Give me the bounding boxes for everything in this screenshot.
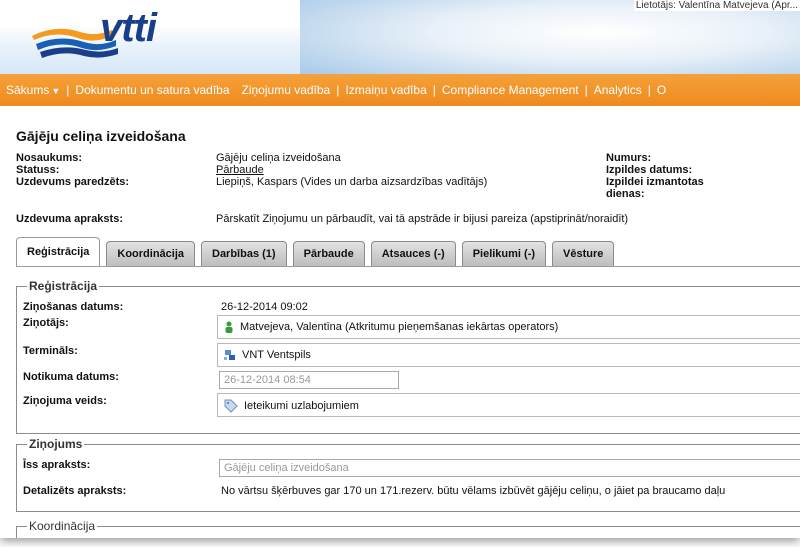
report-type-value: Ieteikumi uzlabojumiem: [244, 399, 359, 412]
tab-underline: [16, 266, 800, 267]
info-labels: Nosaukums: Statuss: Uzdevums paredzēts:: [16, 152, 206, 188]
person-icon: [225, 321, 233, 334]
logo-wordmark: vtti: [100, 6, 157, 50]
coordination-legend: Koordinācija: [27, 519, 98, 533]
event-date-value: 26-12-2014 08:54: [224, 374, 311, 386]
detail-desc-value: No vārtsu šķērbuves gar 170 un 171.rezer…: [221, 485, 726, 497]
nav-item-home[interactable]: Sākums ▼: [0, 83, 66, 97]
task-description-row: Uzdevuma apraksts: Pārskatīt Ziņojumu un…: [16, 213, 800, 225]
nav-item-documents[interactable]: Dokumentu un satura vadība: [69, 83, 235, 97]
header-sky: [300, 0, 800, 82]
page-title: Gājēju celiņa izveidošana: [16, 128, 186, 144]
name-value: Gājēju celiņa izveidošana: [216, 152, 341, 164]
short-desc-value: Gājēju celiņa izveidošana: [224, 462, 349, 474]
report-legend: Ziņojums: [27, 437, 85, 451]
desc-value: Pārskatīt Ziņojumu un pārbaudīt, vai tā …: [216, 213, 629, 225]
tab-history[interactable]: Vēsture: [552, 241, 615, 266]
tab-registration[interactable]: Reģistrācija: [16, 237, 101, 266]
nav-item-overflow[interactable]: O: [651, 83, 672, 97]
report-type-field[interactable]: Ieteikumi uzlabojumiem: [217, 393, 800, 417]
report-fieldset: Ziņojums Īss apraksts: Gājēju celiņa izv…: [16, 437, 800, 512]
terminal-content: VNT Ventspils: [224, 349, 311, 361]
nav-item-compliance[interactable]: Compliance Management: [436, 83, 585, 97]
reporter-content: Matvejeva, Valentīna (Atkritumu pieņemša…: [224, 321, 559, 334]
tab-review[interactable]: Pārbaude: [292, 241, 365, 266]
chevron-down-icon: ▼: [51, 86, 61, 96]
report-type-label: Ziņojuma veids:: [23, 395, 107, 407]
task-value: Liepiņš, Kaspars (Vides un darba aizsard…: [216, 176, 488, 188]
terminal-label: Termināls:: [23, 345, 78, 357]
tab-attachments[interactable]: Pielikumi (-): [461, 241, 547, 266]
tab-references[interactable]: Atsauces (-): [370, 241, 456, 266]
terminal-icon: [224, 350, 235, 361]
detail-desc-label: Detalizēts apraksts:: [23, 485, 127, 497]
nav-item-analytics[interactable]: Analytics: [588, 83, 648, 97]
app-window: Lietotājs: Valentīna Matvejeva (Apr... v…: [0, 0, 800, 538]
tab-coordination[interactable]: Koordinācija: [106, 241, 195, 266]
status-link[interactable]: Pārbaude: [216, 164, 586, 176]
due-date-label: Izpildes datums:: [606, 164, 693, 176]
short-desc-input[interactable]: Gājēju celiņa izveidošana: [219, 459, 800, 477]
number-label: Numurs:: [606, 152, 652, 164]
report-date-label: Ziņošanas datums:: [23, 301, 124, 313]
registration-fieldset: Reģistrācija Ziņošanas datums: 26-12-201…: [16, 279, 800, 434]
coordination-fieldset: Koordinācija: [16, 519, 800, 538]
registration-legend: Reģistrācija: [27, 279, 100, 293]
terminal-field[interactable]: VNT Ventspils: [217, 343, 800, 367]
reporter-field[interactable]: Matvejeva, Valentīna (Atkritumu pieņemša…: [217, 315, 800, 339]
tab-actions[interactable]: Darbības (1): [201, 241, 287, 266]
status-label: Statuss:: [16, 164, 60, 176]
name-label: Nosaukums:: [16, 152, 83, 164]
tab-bar: Reģistrācija Koordinācija Darbības (1) P…: [16, 236, 620, 266]
report-type-content: Ieteikumi uzlabojumiem: [224, 399, 359, 413]
short-desc-label: Īss apraksts:: [23, 459, 91, 471]
reporter-label: Ziņotājs:: [23, 317, 69, 329]
event-date-label: Notikuma datums:: [23, 371, 119, 383]
header: Lietotājs: Valentīna Matvejeva (Apr... v…: [0, 0, 800, 82]
nav-item-reports[interactable]: Ziņojumu vadība: [236, 83, 337, 97]
main-nav: Sākums ▼ | Dokumentu un satura vadība Ziņ…: [0, 74, 800, 106]
user-info-text: Lietotājs: Valentīna Matvejeva (Apr...: [633, 0, 800, 11]
task-label: Uzdevums paredzēts:: [16, 176, 130, 188]
tag-icon: [224, 399, 238, 413]
report-date-value: 26-12-2014 09:02: [221, 301, 308, 313]
terminal-value: VNT Ventspils: [242, 349, 311, 361]
desc-label: Uzdevuma apraksts:: [16, 213, 123, 225]
used-days-label: Izpildei izmantotas dienas:: [606, 176, 704, 200]
event-date-input[interactable]: 26-12-2014 08:54: [219, 371, 399, 389]
reporter-value: Matvejeva, Valentīna (Atkritumu pieņemša…: [240, 321, 559, 333]
info-right-labels: Numurs: Izpildes datums: Izpildei izmant…: [606, 152, 796, 200]
nav-item-changes[interactable]: Izmaiņu vadība: [339, 83, 432, 97]
info-values: Gājēju celiņa izveidošana Pārbaude Liepi…: [216, 152, 586, 188]
